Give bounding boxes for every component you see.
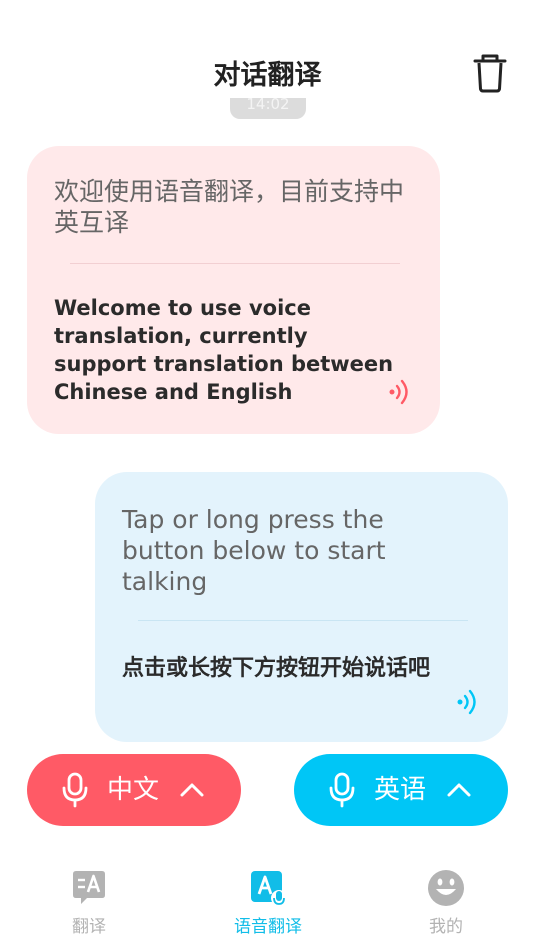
tab-mine[interactable]: 我的 [376,860,516,940]
tab-label: 翻译 [72,917,106,937]
chevron-up-icon [179,779,205,801]
source-text: 欢迎使用语音翻译，目前支持中英互译 [54,177,405,237]
translate-chat-icon [69,868,109,908]
tab-translate[interactable]: 翻译 [19,860,159,940]
divider [70,263,400,264]
timestamp-pill: 14:02 [230,98,306,119]
language-label: 英语 [374,775,427,805]
translation-text: 点击或长按下方按钮开始说话吧 [122,656,431,681]
microphone-icon [61,772,89,808]
speaker-wave-icon[interactable] [389,379,411,405]
bottom-tab-bar: 翻译 语音翻译 我的 [0,860,535,951]
tab-label: 我的 [429,917,463,937]
trash-icon[interactable] [472,53,508,93]
source-text: Tap or long press the button below to st… [122,505,386,596]
message-bubble-right[interactable]: Tap or long press the button below to st… [95,472,508,742]
header: 对话翻译 [0,40,535,104]
english-language-button[interactable]: 英语 [294,754,508,826]
tab-label: 语音翻译 [234,917,302,937]
language-label: 中文 [107,775,160,805]
message-bubble-left[interactable]: 欢迎使用语音翻译，目前支持中英互译 Welcome to use voice t… [27,146,440,434]
voice-translate-icon [248,868,288,908]
chevron-up-icon [446,779,472,801]
smiley-face-icon [426,868,466,908]
translation-text: Welcome to use voice translation, curren… [54,296,394,404]
tab-voice-translate[interactable]: 语音翻译 [198,860,338,940]
screen: 对话翻译 14:02 欢迎使用语音翻译，目前支持中英互译 Welcome to … [0,0,535,951]
speaker-wave-icon[interactable] [457,689,479,715]
divider [138,620,468,621]
page-title: 对话翻译 [213,60,322,91]
microphone-icon [328,772,356,808]
chinese-language-button[interactable]: 中文 [27,754,241,826]
